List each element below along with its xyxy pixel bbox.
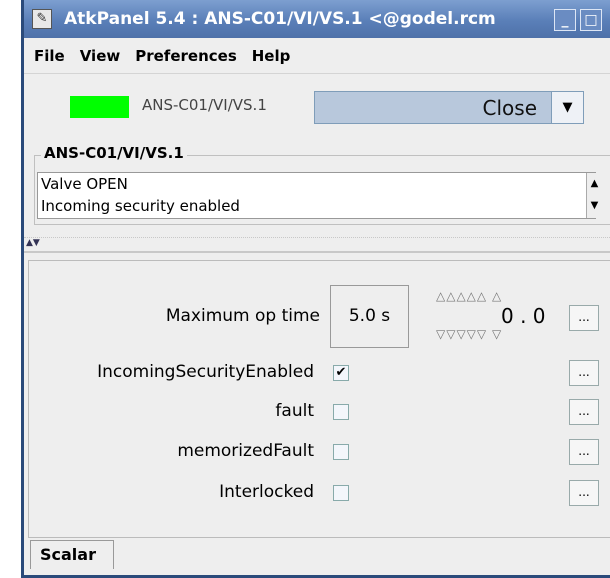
- max-op-time-label: Maximum op time: [165, 306, 320, 326]
- minimize-button[interactable]: _: [554, 9, 576, 31]
- maximize-button[interactable]: □: [580, 9, 602, 31]
- fault-label: fault: [275, 401, 314, 421]
- status-group-title: ANS-C01/VI/VS.1: [41, 144, 187, 162]
- incoming-security-label: IncomingSecurityEnabled: [97, 362, 314, 382]
- interlocked-checkbox[interactable]: [333, 485, 349, 501]
- max-op-time-spinner-value[interactable]: 0 . 0: [501, 304, 546, 328]
- max-op-time-more-button[interactable]: ...: [569, 305, 599, 331]
- menu-help[interactable]: Help: [252, 47, 291, 65]
- split-pane-divider[interactable]: ▲▼: [24, 237, 610, 253]
- status-scrollbar[interactable]: ▲ ▼: [586, 173, 602, 218]
- max-op-time-value: 5.0 s: [330, 285, 409, 348]
- menu-view[interactable]: View: [80, 47, 121, 65]
- memorized-fault-more-button[interactable]: ...: [569, 439, 599, 465]
- interlocked-label: Interlocked: [219, 482, 314, 502]
- device-state-indicator: [70, 96, 129, 118]
- scroll-down-icon[interactable]: ▼: [587, 195, 602, 217]
- app-window-icon[interactable]: ✎: [32, 9, 52, 29]
- scroll-up-icon[interactable]: ▲: [587, 173, 602, 195]
- status-line: Incoming security enabled: [41, 197, 240, 215]
- status-text-area[interactable]: Valve OPEN Incoming security enabled: [37, 172, 596, 219]
- menu-bar: File View Preferences Help: [24, 38, 610, 74]
- status-line: Valve OPEN: [41, 175, 128, 193]
- device-name-label: ANS-C01/VI/VS.1: [142, 96, 267, 114]
- menu-file[interactable]: File: [34, 47, 65, 65]
- command-combo-box[interactable]: Close ▼: [314, 91, 584, 124]
- scalar-attribute-panel: [28, 260, 610, 538]
- fault-more-button[interactable]: ...: [569, 399, 599, 425]
- memorized-fault-label: memorizedFault: [177, 441, 314, 461]
- atk-panel-window: ✎ AtkPanel 5.4 : ANS-C01/VI/VS.1 <@godel…: [21, 0, 610, 578]
- incoming-security-checkbox[interactable]: ✔: [333, 365, 349, 381]
- tab-scalar[interactable]: Scalar: [30, 540, 114, 569]
- interlocked-more-button[interactable]: ...: [569, 480, 599, 506]
- spinner-increment-arrows[interactable]: △△△△△ △: [436, 289, 502, 303]
- menu-preferences[interactable]: Preferences: [135, 47, 237, 65]
- memorized-fault-checkbox[interactable]: [333, 444, 349, 460]
- title-bar[interactable]: ✎ AtkPanel 5.4 : ANS-C01/VI/VS.1 <@godel…: [24, 0, 610, 38]
- splitter-arrows-icon[interactable]: ▲▼: [26, 238, 40, 248]
- window-title: AtkPanel 5.4 : ANS-C01/VI/VS.1 <@godel.r…: [64, 9, 496, 29]
- chevron-down-icon[interactable]: ▼: [551, 92, 583, 123]
- fault-checkbox[interactable]: [333, 404, 349, 420]
- spinner-decrement-arrows[interactable]: ▽▽▽▽▽ ▽: [436, 327, 502, 341]
- command-combo-value: Close: [482, 96, 537, 120]
- incoming-security-more-button[interactable]: ...: [569, 360, 599, 386]
